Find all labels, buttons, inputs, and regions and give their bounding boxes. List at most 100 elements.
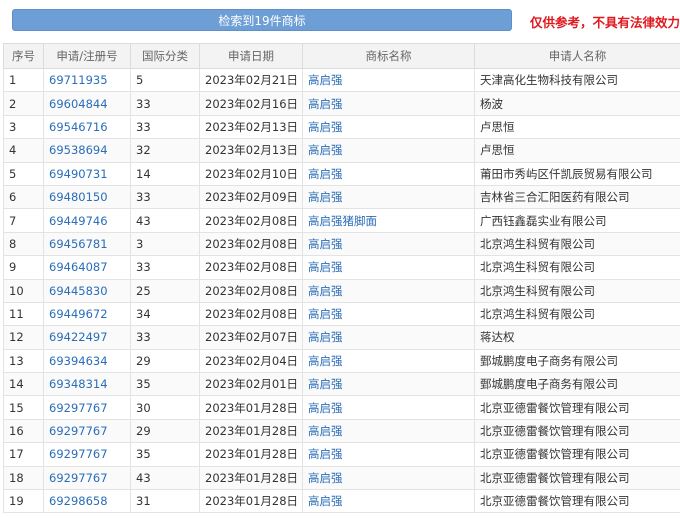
cell-applicant-name: 北京亚德雷餐饮管理有限公司 (474, 418, 680, 444)
cell-applicant-name: 莆田市秀屿区仟凯辰贸易有限公司 (474, 161, 680, 186)
header-international-class[interactable]: 国际分类 (130, 43, 200, 69)
cell-serial-no: 4 (3, 138, 44, 163)
registration-no-link[interactable]: 69297767 (43, 442, 131, 467)
registration-no-link[interactable]: 69394634 (43, 348, 131, 374)
cell-application-date: 2023年01月28日 (199, 442, 303, 467)
header-trademark-name[interactable]: 商标名称 (302, 43, 475, 69)
registration-no-link[interactable]: 69464087 (43, 255, 131, 280)
cell-international-class: 35 (130, 372, 200, 397)
table-row: 18 69297767 43 2023年01月28日 高启强 北京亚德雷餐饮管理有限公司 (3, 465, 680, 491)
table-row: 11 69449672 34 2023年02月08日 高启强 北京鸿生科贸有限公司 (3, 301, 680, 327)
registration-no-link[interactable]: 69546716 (43, 114, 131, 140)
disclaimer-text: 仅供参考，不具有法律效力 (530, 15, 680, 30)
cell-application-date: 2023年02月08日 (199, 301, 303, 327)
cell-application-date: 2023年02月13日 (199, 114, 303, 140)
cell-applicant-name: 北京亚德雷餐饮管理有限公司 (474, 442, 680, 467)
cell-application-date: 2023年01月28日 (199, 418, 303, 444)
cell-international-class: 34 (130, 301, 200, 327)
cell-applicant-name: 吉林省三合汇阳医药有限公司 (474, 184, 680, 210)
cell-application-date: 2023年01月28日 (199, 395, 303, 420)
cell-serial-no: 1 (3, 67, 44, 93)
registration-no-link[interactable]: 69297767 (43, 395, 131, 420)
trademark-name-link[interactable]: 高启强 (302, 184, 475, 210)
registration-no-link[interactable]: 69480150 (43, 184, 131, 210)
cell-serial-no: 2 (3, 91, 44, 116)
table-row: 2 69604844 33 2023年02月16日 高启强 杨波 (3, 91, 680, 116)
trademark-name-link[interactable]: 高启强 (302, 91, 475, 116)
cell-international-class: 33 (130, 255, 200, 280)
trademark-name-link[interactable]: 高启强 (302, 372, 475, 397)
registration-no-link[interactable]: 69297767 (43, 465, 131, 491)
trademark-name-link[interactable]: 高启强 (302, 465, 475, 491)
trademark-name-link[interactable]: 高启强 (302, 418, 475, 444)
table-row: 6 69480150 33 2023年02月09日 高启强 吉林省三合汇阳医药有限公司 (3, 184, 680, 210)
cell-application-date: 2023年01月28日 (199, 489, 303, 514)
trademark-name-link[interactable]: 高启强猪脚面 (302, 208, 475, 233)
cell-serial-no: 6 (3, 184, 44, 210)
cell-international-class: 33 (130, 91, 200, 116)
header-registration-no[interactable]: 申请/注册号 (43, 43, 131, 69)
cell-international-class: 33 (130, 114, 200, 140)
cell-applicant-name: 北京亚德雷餐饮管理有限公司 (474, 395, 680, 420)
trademark-results-table: 序号 申请/注册号 国际分类 申请日期 商标名称 申请人名称 1 69711935… (3, 43, 680, 514)
registration-no-link[interactable]: 69297767 (43, 418, 131, 444)
cell-international-class: 35 (130, 442, 200, 467)
cell-international-class: 5 (130, 67, 200, 93)
registration-no-link[interactable]: 69449746 (43, 208, 131, 233)
cell-application-date: 2023年02月09日 (199, 184, 303, 210)
trademark-name-link[interactable]: 高启强 (302, 278, 475, 303)
cell-serial-no: 3 (3, 114, 44, 140)
cell-applicant-name: 鄄城鹏度电子商务有限公司 (474, 372, 680, 397)
trademark-name-link[interactable]: 高启强 (302, 348, 475, 374)
table-row: 10 69445830 25 2023年02月08日 高启强 北京鸿生科贸有限公司 (3, 278, 680, 303)
trademark-name-link[interactable]: 高启强 (302, 489, 475, 514)
trademark-name-link[interactable]: 高启强 (302, 255, 475, 280)
registration-no-link[interactable]: 69298658 (43, 489, 131, 514)
cell-application-date: 2023年02月21日 (199, 67, 303, 93)
cell-application-date: 2023年02月07日 (199, 325, 303, 350)
table-row: 12 69422497 33 2023年02月07日 高启强 蒋达权 (3, 325, 680, 350)
cell-serial-no: 14 (3, 372, 44, 397)
registration-no-link[interactable]: 69445830 (43, 278, 131, 303)
cell-application-date: 2023年02月08日 (199, 278, 303, 303)
trademark-name-link[interactable]: 高启强 (302, 301, 475, 327)
cell-international-class: 14 (130, 161, 200, 186)
trademark-name-link[interactable]: 高启强 (302, 442, 475, 467)
table-row: 15 69297767 30 2023年01月28日 高启强 北京亚德雷餐饮管理有限公司 (3, 395, 680, 420)
registration-no-link[interactable]: 69604844 (43, 91, 131, 116)
table-row: 3 69546716 33 2023年02月13日 高启强 卢思恒 (3, 114, 680, 140)
table-row: 19 69298658 31 2023年01月28日 高启强 北京亚德雷餐饮管理有限公司 (3, 489, 680, 514)
trademark-name-link[interactable]: 高启强 (302, 138, 475, 163)
registration-no-link[interactable]: 69711935 (43, 67, 131, 93)
trademark-name-link[interactable]: 高启强 (302, 325, 475, 350)
cell-applicant-name: 北京鸿生科贸有限公司 (474, 278, 680, 303)
cell-applicant-name: 卢思恒 (474, 114, 680, 140)
trademark-name-link[interactable]: 高启强 (302, 395, 475, 420)
registration-no-link[interactable]: 69422497 (43, 325, 131, 350)
cell-applicant-name: 北京亚德雷餐饮管理有限公司 (474, 489, 680, 514)
trademark-name-link[interactable]: 高启强 (302, 67, 475, 93)
search-result-count-button[interactable]: 检索到19件商标 (12, 9, 512, 31)
cell-serial-no: 8 (3, 231, 44, 257)
table-row: 13 69394634 29 2023年02月04日 高启强 鄄城鹏度电子商务有限公司 (3, 348, 680, 374)
header-application-date[interactable]: 申请日期 (199, 43, 303, 69)
registration-no-link[interactable]: 69538694 (43, 138, 131, 163)
registration-no-link[interactable]: 69348314 (43, 372, 131, 397)
table-row: 4 69538694 32 2023年02月13日 高启强 卢思恒 (3, 138, 680, 163)
cell-applicant-name: 杨波 (474, 91, 680, 116)
header-serial-no[interactable]: 序号 (3, 43, 44, 69)
cell-international-class: 31 (130, 489, 200, 514)
trademark-name-link[interactable]: 高启强 (302, 231, 475, 257)
registration-no-link[interactable]: 69449672 (43, 301, 131, 327)
trademark-name-link[interactable]: 高启强 (302, 114, 475, 140)
cell-serial-no: 11 (3, 301, 44, 327)
registration-no-link[interactable]: 69490731 (43, 161, 131, 186)
header-applicant-name[interactable]: 申请人名称 (474, 43, 680, 69)
table-row: 5 69490731 14 2023年02月10日 高启强 莆田市秀屿区仟凯辰贸易有限公司 (3, 161, 680, 186)
cell-application-date: 2023年02月08日 (199, 208, 303, 233)
registration-no-link[interactable]: 69456781 (43, 231, 131, 257)
cell-international-class: 43 (130, 465, 200, 491)
trademark-name-link[interactable]: 高启强 (302, 161, 475, 186)
cell-applicant-name: 蒋达权 (474, 325, 680, 350)
table-body: 1 69711935 5 2023年02月21日 高启强 天津高化生物科技有限公司 2 696… (3, 67, 680, 514)
